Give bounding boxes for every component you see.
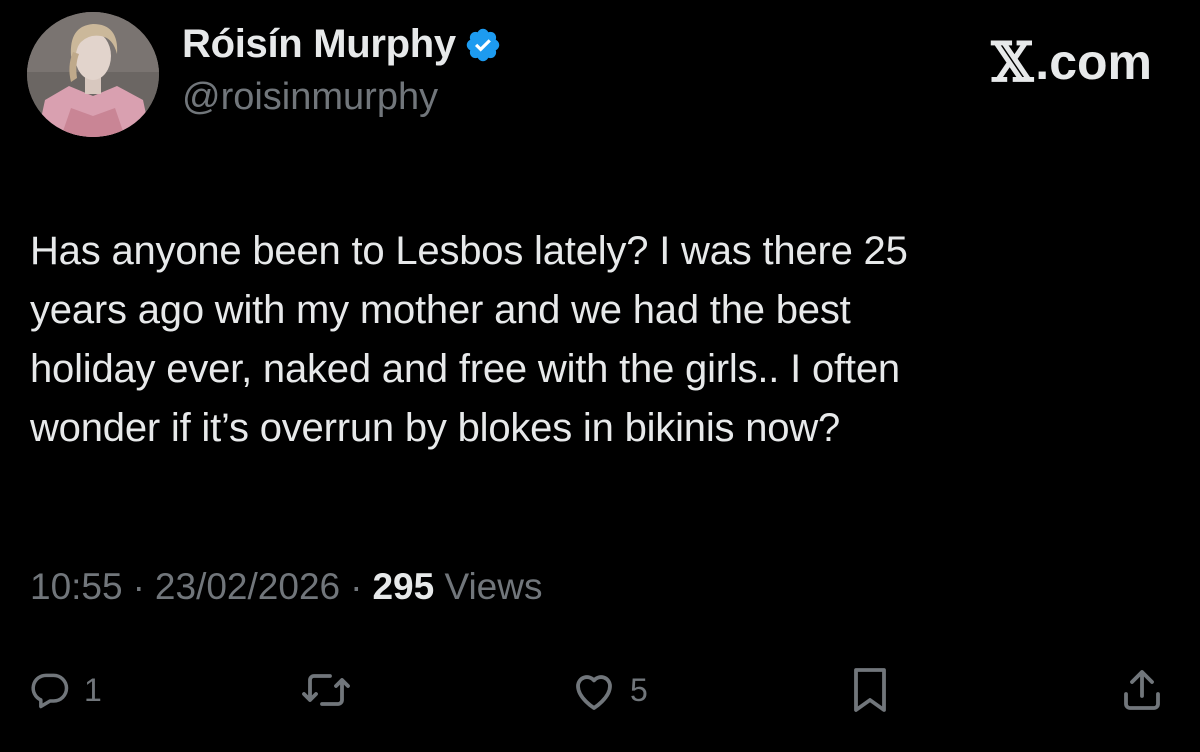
repost-icon bbox=[302, 674, 350, 706]
tweet-text-line: years ago with my mother and we had the … bbox=[30, 288, 851, 332]
repost-button[interactable] bbox=[300, 655, 352, 725]
views-label: Views bbox=[444, 566, 543, 607]
author-display-name[interactable]: Róisín Murphy bbox=[182, 22, 456, 67]
tweet-text-line: wonder if it’s overrun by blokes in biki… bbox=[30, 406, 841, 450]
avatar-photo bbox=[27, 12, 159, 137]
views-count: 295 bbox=[372, 566, 435, 607]
verified-badge-icon bbox=[464, 26, 502, 64]
brand-domain: .com bbox=[1035, 34, 1152, 90]
author-name-row: Róisín Murphy bbox=[182, 22, 502, 67]
tweet-time[interactable]: 10:55 bbox=[30, 566, 123, 608]
reply-count: 1 bbox=[84, 671, 102, 708]
tweet-card: Róisín Murphy @roisinmurphy 𝕏 .com Has a… bbox=[0, 0, 1200, 752]
tweet-meta: 10:55 · 23/02/2026 · 295 Views bbox=[30, 566, 542, 608]
tweet-text: Has anyone been to Lesbos lately? I was … bbox=[30, 222, 1170, 458]
bookmark-icon bbox=[854, 668, 886, 712]
tweet-text-line: Has anyone been to Lesbos lately? I was … bbox=[30, 229, 908, 273]
x-com-brand: 𝕏 .com bbox=[991, 30, 1152, 94]
share-button[interactable] bbox=[1118, 655, 1166, 725]
heart-icon bbox=[576, 675, 612, 710]
x-logo-icon: 𝕏 bbox=[991, 30, 1033, 94]
reply-icon bbox=[31, 673, 69, 709]
action-bar: 1 5 bbox=[0, 655, 1200, 725]
like-count: 5 bbox=[630, 671, 648, 708]
bookmark-button[interactable] bbox=[848, 655, 892, 725]
meta-separator: · bbox=[350, 566, 363, 607]
tweet-date[interactable]: 23/02/2026 bbox=[155, 566, 340, 608]
avatar[interactable] bbox=[27, 12, 159, 137]
author-handle[interactable]: @roisinmurphy bbox=[182, 76, 438, 119]
like-button[interactable]: 5 bbox=[570, 655, 648, 725]
reply-button[interactable]: 1 bbox=[28, 655, 102, 725]
tweet-text-line: holiday ever, naked and free with the gi… bbox=[30, 347, 900, 391]
meta-separator: · bbox=[132, 566, 145, 607]
share-icon bbox=[1124, 670, 1160, 710]
